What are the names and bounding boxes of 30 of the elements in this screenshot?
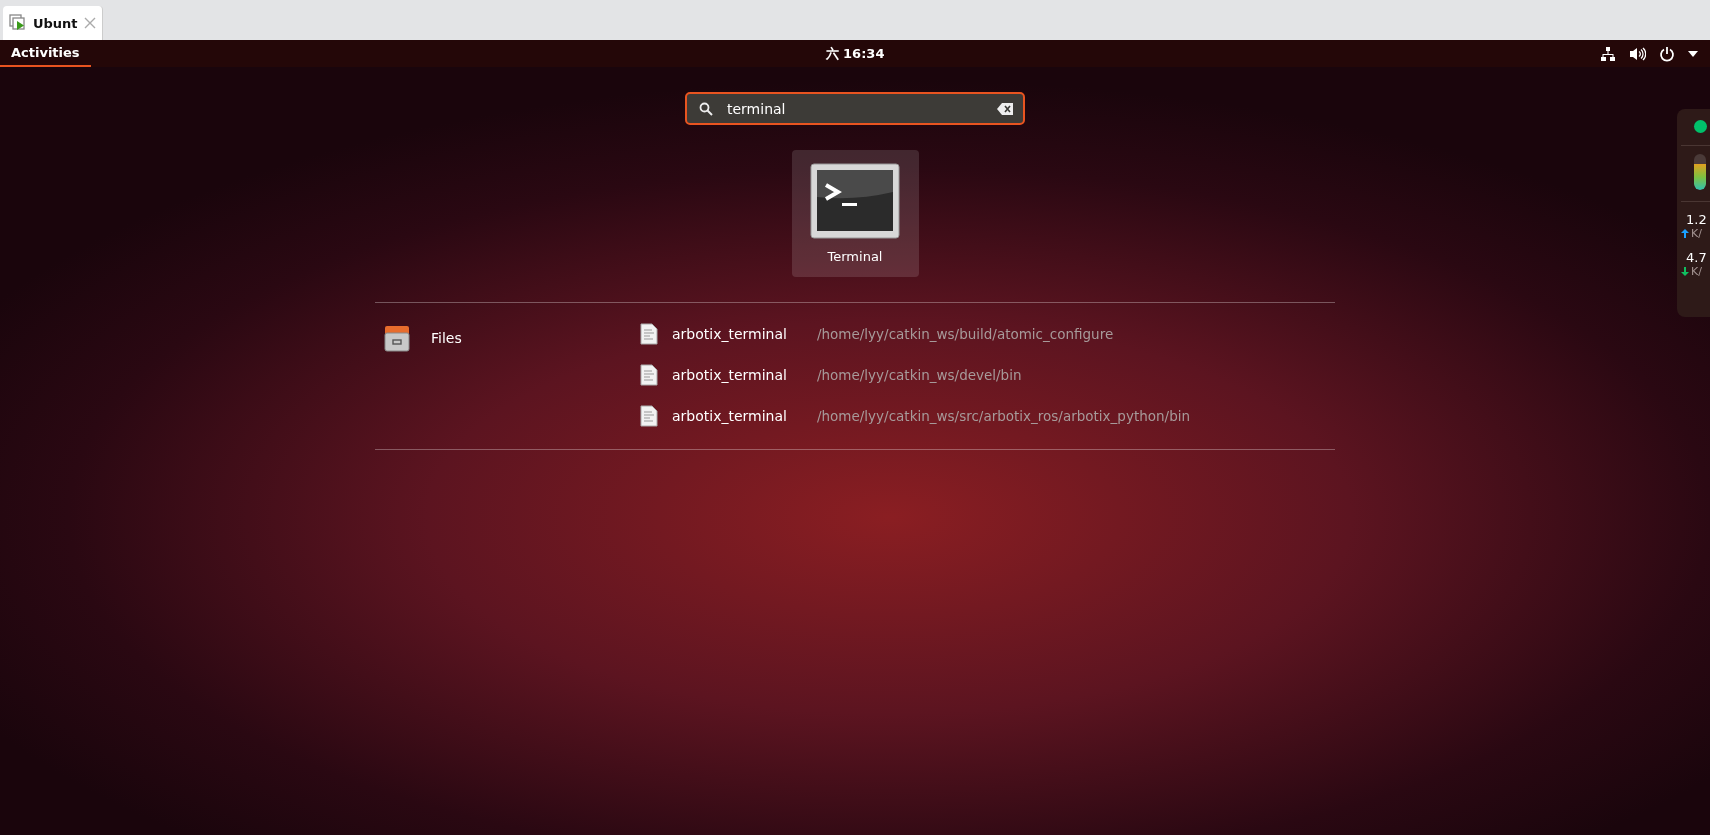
browser-tab[interactable]: Ubunt — [3, 6, 103, 40]
search-field[interactable]: terminal — [685, 92, 1025, 125]
caret-icon[interactable] — [1688, 50, 1698, 57]
activities-button[interactable]: Activities — [0, 40, 91, 67]
network-icon[interactable] — [1600, 45, 1616, 62]
rate-unit: K/ — [1691, 227, 1702, 240]
play-window-icon — [9, 14, 27, 32]
search-result[interactable]: arbotix_terminal /home/lyy/catkin_ws/build/atomic_configure — [640, 323, 1190, 345]
search-icon — [699, 101, 713, 116]
terminal-icon — [810, 163, 900, 239]
app-tile[interactable]: Terminal — [791, 150, 919, 277]
rate-unit: K/ — [1691, 265, 1702, 278]
clear-icon[interactable] — [997, 102, 1013, 115]
document-icon — [640, 405, 658, 427]
search-result[interactable]: arbotix_terminal /home/lyy/catkin_ws/devel/bin — [640, 364, 1190, 386]
document-icon — [640, 364, 658, 386]
file-cabinet-icon — [383, 324, 411, 352]
tab-title: Ubunt — [33, 15, 78, 31]
usage-meter — [1694, 154, 1706, 190]
search-result[interactable]: arbotix_terminal /home/lyy/catkin_ws/src/arbotix_ros/arbotix_python/bin — [640, 405, 1190, 427]
down-arrow-icon — [1681, 267, 1689, 276]
up-arrow-icon — [1681, 229, 1689, 238]
speaker-icon[interactable] — [1629, 45, 1646, 62]
rate-value: 1.2 — [1685, 212, 1707, 227]
provider-name: Files — [431, 330, 462, 346]
search-text: terminal — [727, 100, 787, 117]
rate-value: 4.7 — [1685, 250, 1707, 265]
document-icon — [640, 323, 658, 345]
power-icon[interactable] — [1659, 45, 1675, 62]
clock[interactable]: 六 16:34 — [825, 44, 885, 63]
